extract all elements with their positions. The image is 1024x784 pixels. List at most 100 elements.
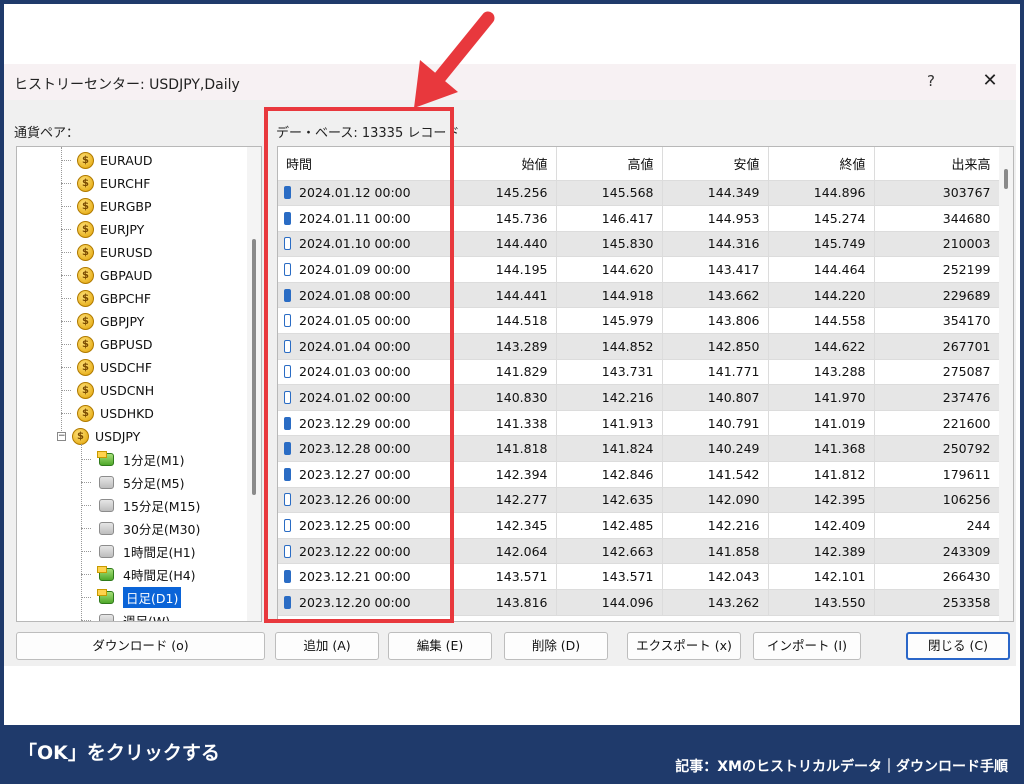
tree-item-gbpaud[interactable]: $ GBPAUD — [61, 264, 152, 286]
tree-item-eurchf[interactable]: $ EURCHF — [61, 172, 150, 194]
cell-low: 144.316 — [662, 231, 769, 258]
tree-timeframe-item[interactable]: 15分足(M15) — [81, 494, 200, 516]
tree-item-gbpchf[interactable]: $ GBPCHF — [61, 287, 151, 309]
cell-close: 141.368 — [768, 435, 875, 463]
cell-open: 145.256 — [451, 180, 557, 207]
tree-item-eurusd[interactable]: $ EURUSD — [61, 241, 152, 263]
cell-volume: 267701 — [874, 333, 1000, 360]
column-header-open[interactable]: 始値 — [451, 147, 557, 181]
help-button[interactable]: ? — [919, 72, 943, 94]
table-row[interactable]: 2024.01.03 00:00 141.829 143.731 141.771 143… — [278, 359, 1000, 386]
symbol-tree[interactable]: $ EURAUD $ EURCHF $ EURGBP $ EURJPY $ EURUSD $ GBPA… — [16, 146, 262, 622]
column-header-volume[interactable]: 出来高 — [874, 147, 1000, 181]
tree-timeframe-item[interactable]: 日足(D1) — [81, 586, 182, 608]
database-icon — [97, 450, 117, 468]
table-row[interactable]: 2023.12.29 00:00 141.338 141.913 140.791 141… — [278, 410, 1000, 437]
tree-timeframe-item[interactable]: 30分足(M30) — [81, 517, 200, 539]
cell-time-text: 2023.12.21 00:00 — [299, 569, 411, 585]
table-row[interactable]: 2024.01.05 00:00 144.518 145.979 143.806 144… — [278, 307, 1000, 335]
table-row[interactable]: 2024.01.10 00:00 144.440 145.830 144.316 145… — [278, 231, 1000, 258]
table-row[interactable]: 2024.01.09 00:00 144.195 144.620 143.417 144… — [278, 256, 1000, 283]
cell-time: 2023.12.22 00:00 — [278, 538, 452, 565]
export-button[interactable]: エクスポート (x) — [627, 632, 741, 660]
table-row[interactable]: 2023.12.27 00:00 142.394 142.846 141.542 141… — [278, 461, 1000, 488]
tree-connector — [61, 182, 71, 184]
tree-item-eurgbp[interactable]: $ EURGBP — [61, 195, 152, 217]
tree-item-usdhkd[interactable]: $ USDHKD — [61, 402, 154, 424]
title-bar: ヒストリーセンター: USDJPY,Daily ? ✕ — [4, 64, 1016, 100]
tree-connector — [61, 412, 71, 414]
cell-low: 144.953 — [662, 205, 769, 232]
cell-volume: 106256 — [874, 487, 1000, 514]
cell-time: 2024.01.09 00:00 — [278, 256, 452, 283]
cell-close: 143.550 — [768, 589, 875, 616]
cell-open: 143.816 — [451, 589, 557, 616]
cell-high: 143.731 — [556, 359, 663, 386]
tree-item-usdjpy[interactable]: − $ USDJPY — [57, 425, 140, 447]
table-row[interactable]: 2024.01.02 00:00 140.830 142.216 140.807 141… — [278, 384, 1000, 411]
bullish-candle-icon — [284, 493, 291, 507]
tree-scrollbar-thumb[interactable] — [252, 239, 256, 495]
collapse-icon[interactable]: − — [57, 431, 66, 441]
column-header-close[interactable]: 終値 — [768, 147, 875, 181]
table-row[interactable]: 2024.01.04 00:00 143.289 144.852 142.850 144… — [278, 333, 1000, 360]
cell-time-text: 2023.12.27 00:00 — [299, 466, 411, 482]
tree-item-usdcnh[interactable]: $ USDCNH — [61, 379, 154, 401]
table-row[interactable]: 2024.01.08 00:00 144.441 144.918 143.662 144… — [278, 282, 1000, 309]
table-header-row: 時間 始値 高値 安値 終値 出来高 — [278, 147, 1000, 181]
database-icon — [97, 497, 117, 514]
cell-close: 144.220 — [768, 282, 875, 309]
tree-scrollbar[interactable] — [247, 147, 261, 621]
table-row[interactable]: 2023.12.26 00:00 142.277 142.635 142.090 142… — [278, 487, 1000, 514]
delete-button[interactable]: 削除 (D) — [504, 632, 608, 660]
tree-item-usdchf[interactable]: $ USDCHF — [61, 356, 152, 378]
table-row[interactable]: 2023.12.22 00:00 142.064 142.663 141.858 142… — [278, 538, 1000, 565]
close-icon[interactable]: ✕ — [976, 70, 1004, 94]
column-header-low[interactable]: 安値 — [662, 147, 769, 181]
edit-button[interactable]: 編集 (E) — [388, 632, 492, 660]
table-row[interactable]: 2023.12.21 00:00 143.571 143.571 142.043 142… — [278, 563, 1000, 590]
cell-high: 144.852 — [556, 333, 663, 360]
table-row[interactable]: 2024.01.11 00:00 145.736 146.417 144.953 145… — [278, 205, 1000, 232]
bearish-candle-icon — [284, 570, 291, 584]
table-scrollbar[interactable] — [999, 147, 1013, 621]
cell-high: 142.635 — [556, 487, 663, 514]
database-record-count: デー・ベース: 13335 レコード — [276, 126, 460, 141]
column-header-high[interactable]: 高値 — [556, 147, 663, 181]
tree-item-gbpjpy[interactable]: $ GBPJPY — [61, 310, 144, 332]
database-icon — [97, 565, 117, 583]
table-row[interactable]: 2024.01.12 00:00 145.256 145.568 144.349 144… — [278, 180, 1000, 207]
cell-close: 141.812 — [768, 461, 875, 488]
table-scrollbar-thumb[interactable] — [1004, 169, 1008, 189]
table-row[interactable]: 2023.12.28 00:00 141.818 141.824 140.249 141… — [278, 435, 1000, 463]
cell-close: 145.274 — [768, 205, 875, 232]
cell-time-text: 2023.12.29 00:00 — [299, 415, 411, 431]
table-row[interactable]: 2023.12.20 00:00 143.816 144.096 143.262 143… — [278, 589, 1000, 616]
history-table[interactable]: 時間 始値 高値 安値 終値 出来高 2024.01.12 00:00 145.2… — [277, 146, 1014, 622]
cell-time: 2024.01.10 00:00 — [278, 231, 452, 258]
tree-item-euraud[interactable]: $ EURAUD — [61, 149, 153, 171]
column-header-time[interactable]: 時間 — [278, 147, 452, 181]
cell-time: 2024.01.08 00:00 — [278, 282, 452, 309]
coin-icon: $ — [77, 312, 94, 330]
tree-timeframe-item[interactable]: 1分足(M1) — [81, 448, 184, 470]
table-row[interactable]: 2023.12.25 00:00 142.345 142.485 142.216 142… — [278, 512, 1000, 539]
tree-item-gbpusd[interactable]: $ GBPUSD — [61, 333, 153, 355]
tree-item-label: EURAUD — [100, 152, 153, 168]
tree-timeframe-item[interactable]: 週足(W) — [81, 609, 170, 621]
cell-open: 142.064 — [451, 538, 557, 565]
tree-item-eurjpy[interactable]: $ EURJPY — [61, 218, 144, 240]
cell-low: 142.216 — [662, 512, 769, 539]
cell-time-text: 2024.01.04 00:00 — [299, 338, 411, 354]
import-button[interactable]: インポート (I) — [753, 632, 861, 660]
tree-item-label: 30分足(M30) — [123, 521, 201, 537]
tree-timeframe-item[interactable]: 5分足(M5) — [81, 471, 184, 493]
cell-close: 141.970 — [768, 384, 875, 411]
tree-timeframe-item[interactable]: 1時間足(H1) — [81, 540, 196, 562]
download-button[interactable]: ダウンロード (o) — [16, 632, 265, 660]
cell-high: 142.846 — [556, 461, 663, 488]
cell-open: 144.441 — [451, 282, 557, 309]
tree-timeframe-item[interactable]: 4時間足(H4) — [81, 563, 196, 585]
add-button[interactable]: 追加 (A) — [275, 632, 379, 660]
close-dialog-button[interactable]: 閉じる (C) — [906, 632, 1010, 660]
